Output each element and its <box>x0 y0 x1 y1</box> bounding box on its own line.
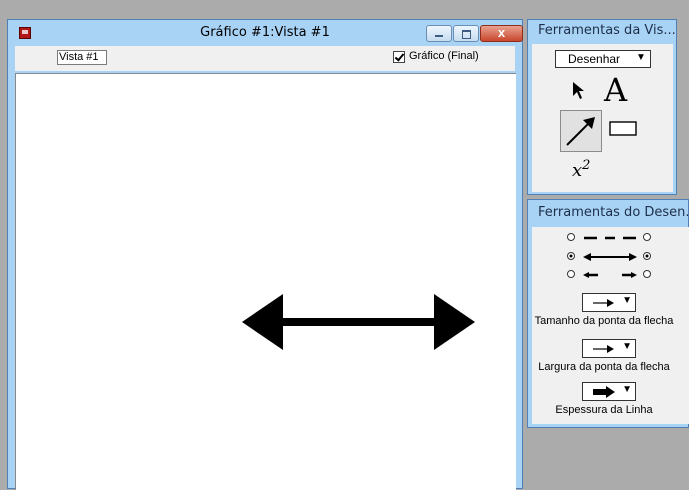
drawing-tools-title[interactable]: Ferramentas do Desen... <box>538 205 689 220</box>
title-bar[interactable]: Gráfico #1:Vista #1 x <box>8 20 523 45</box>
chevron-down-icon: ▼ <box>622 295 632 306</box>
pointer-tool-button[interactable] <box>570 80 590 102</box>
minimize-button[interactable] <box>426 25 452 42</box>
arrowhead-size-label: Tamanho da ponta da flecha <box>534 315 674 327</box>
graph-window: Gráfico #1:Vista #1 x Vista #1 Gráfico (… <box>7 19 523 490</box>
line-style-row-small-heads[interactable] <box>567 270 651 279</box>
close-icon: x <box>497 25 506 40</box>
line-style-radio-left[interactable] <box>567 270 575 278</box>
line-style-row-double-arrow[interactable] <box>567 252 651 262</box>
drawing-canvas[interactable] <box>15 73 516 490</box>
double-headed-arrow[interactable] <box>242 294 475 350</box>
thick-arrow-icon <box>593 386 615 398</box>
cursor-icon <box>573 82 584 99</box>
line-style-options <box>567 233 651 279</box>
formula-base: x <box>572 160 583 181</box>
arrowhead-width-label: Largura da ponta da flecha <box>538 361 670 373</box>
rectangle-tool-button[interactable] <box>608 120 638 137</box>
rectangle-icon <box>609 121 637 136</box>
thin-arrow-icon <box>593 299 614 307</box>
drawing-tools-body: ▼ Tamanho da ponta da flecha ▼ Largura d… <box>532 227 689 424</box>
mode-select[interactable]: Desenhar ▼ <box>555 50 651 68</box>
line-thickness-dropdown[interactable]: ▼ <box>582 382 636 401</box>
drawing-tools-panel: Ferramentas do Desen... ▼ Tamanho da pon… <box>527 199 689 428</box>
canvas-svg <box>242 294 475 350</box>
view-tools-body: Desenhar ▼ A x2 <box>532 44 673 192</box>
line-style-row-plain[interactable] <box>567 233 651 241</box>
chevron-down-icon: ▼ <box>622 341 632 352</box>
final-graph-checkbox[interactable] <box>393 51 405 63</box>
chevron-down-icon: ▼ <box>636 52 646 63</box>
view-tools-title[interactable]: Ferramentas da Vis... <box>538 23 676 38</box>
formula-tool-button[interactable]: x2 <box>572 158 590 181</box>
view-name-field[interactable]: Vista #1 <box>57 50 107 65</box>
line-style-radio-right[interactable] <box>643 233 651 241</box>
arrow-tool-button[interactable] <box>560 110 602 152</box>
diagonal-arrow-icon <box>566 117 595 146</box>
maximize-button[interactable] <box>453 25 479 42</box>
arrowhead-width-dropdown[interactable]: ▼ <box>582 339 636 358</box>
thin-arrow-icon <box>593 345 614 353</box>
final-graph-label[interactable]: Gráfico (Final) <box>409 50 479 62</box>
close-button[interactable]: x <box>480 25 523 42</box>
formula-exponent: 2 <box>582 158 591 173</box>
arrow-right-head <box>434 294 475 350</box>
view-tools-panel: Ferramentas da Vis... Desenhar ▼ A x2 <box>527 19 677 195</box>
line-style-radio-left[interactable] <box>567 233 575 241</box>
text-tool-button[interactable]: A <box>604 72 627 108</box>
arrowhead-size-dropdown[interactable]: ▼ <box>582 293 636 312</box>
arrow-shaft <box>276 318 441 326</box>
view-toolbar: Vista #1 Gráfico (Final) <box>15 46 515 71</box>
line-style-radio-right[interactable] <box>643 270 651 278</box>
line-thickness-label: Espessura da Linha <box>555 404 653 416</box>
mode-select-value: Desenhar <box>568 52 621 66</box>
chevron-down-icon: ▼ <box>622 384 632 395</box>
